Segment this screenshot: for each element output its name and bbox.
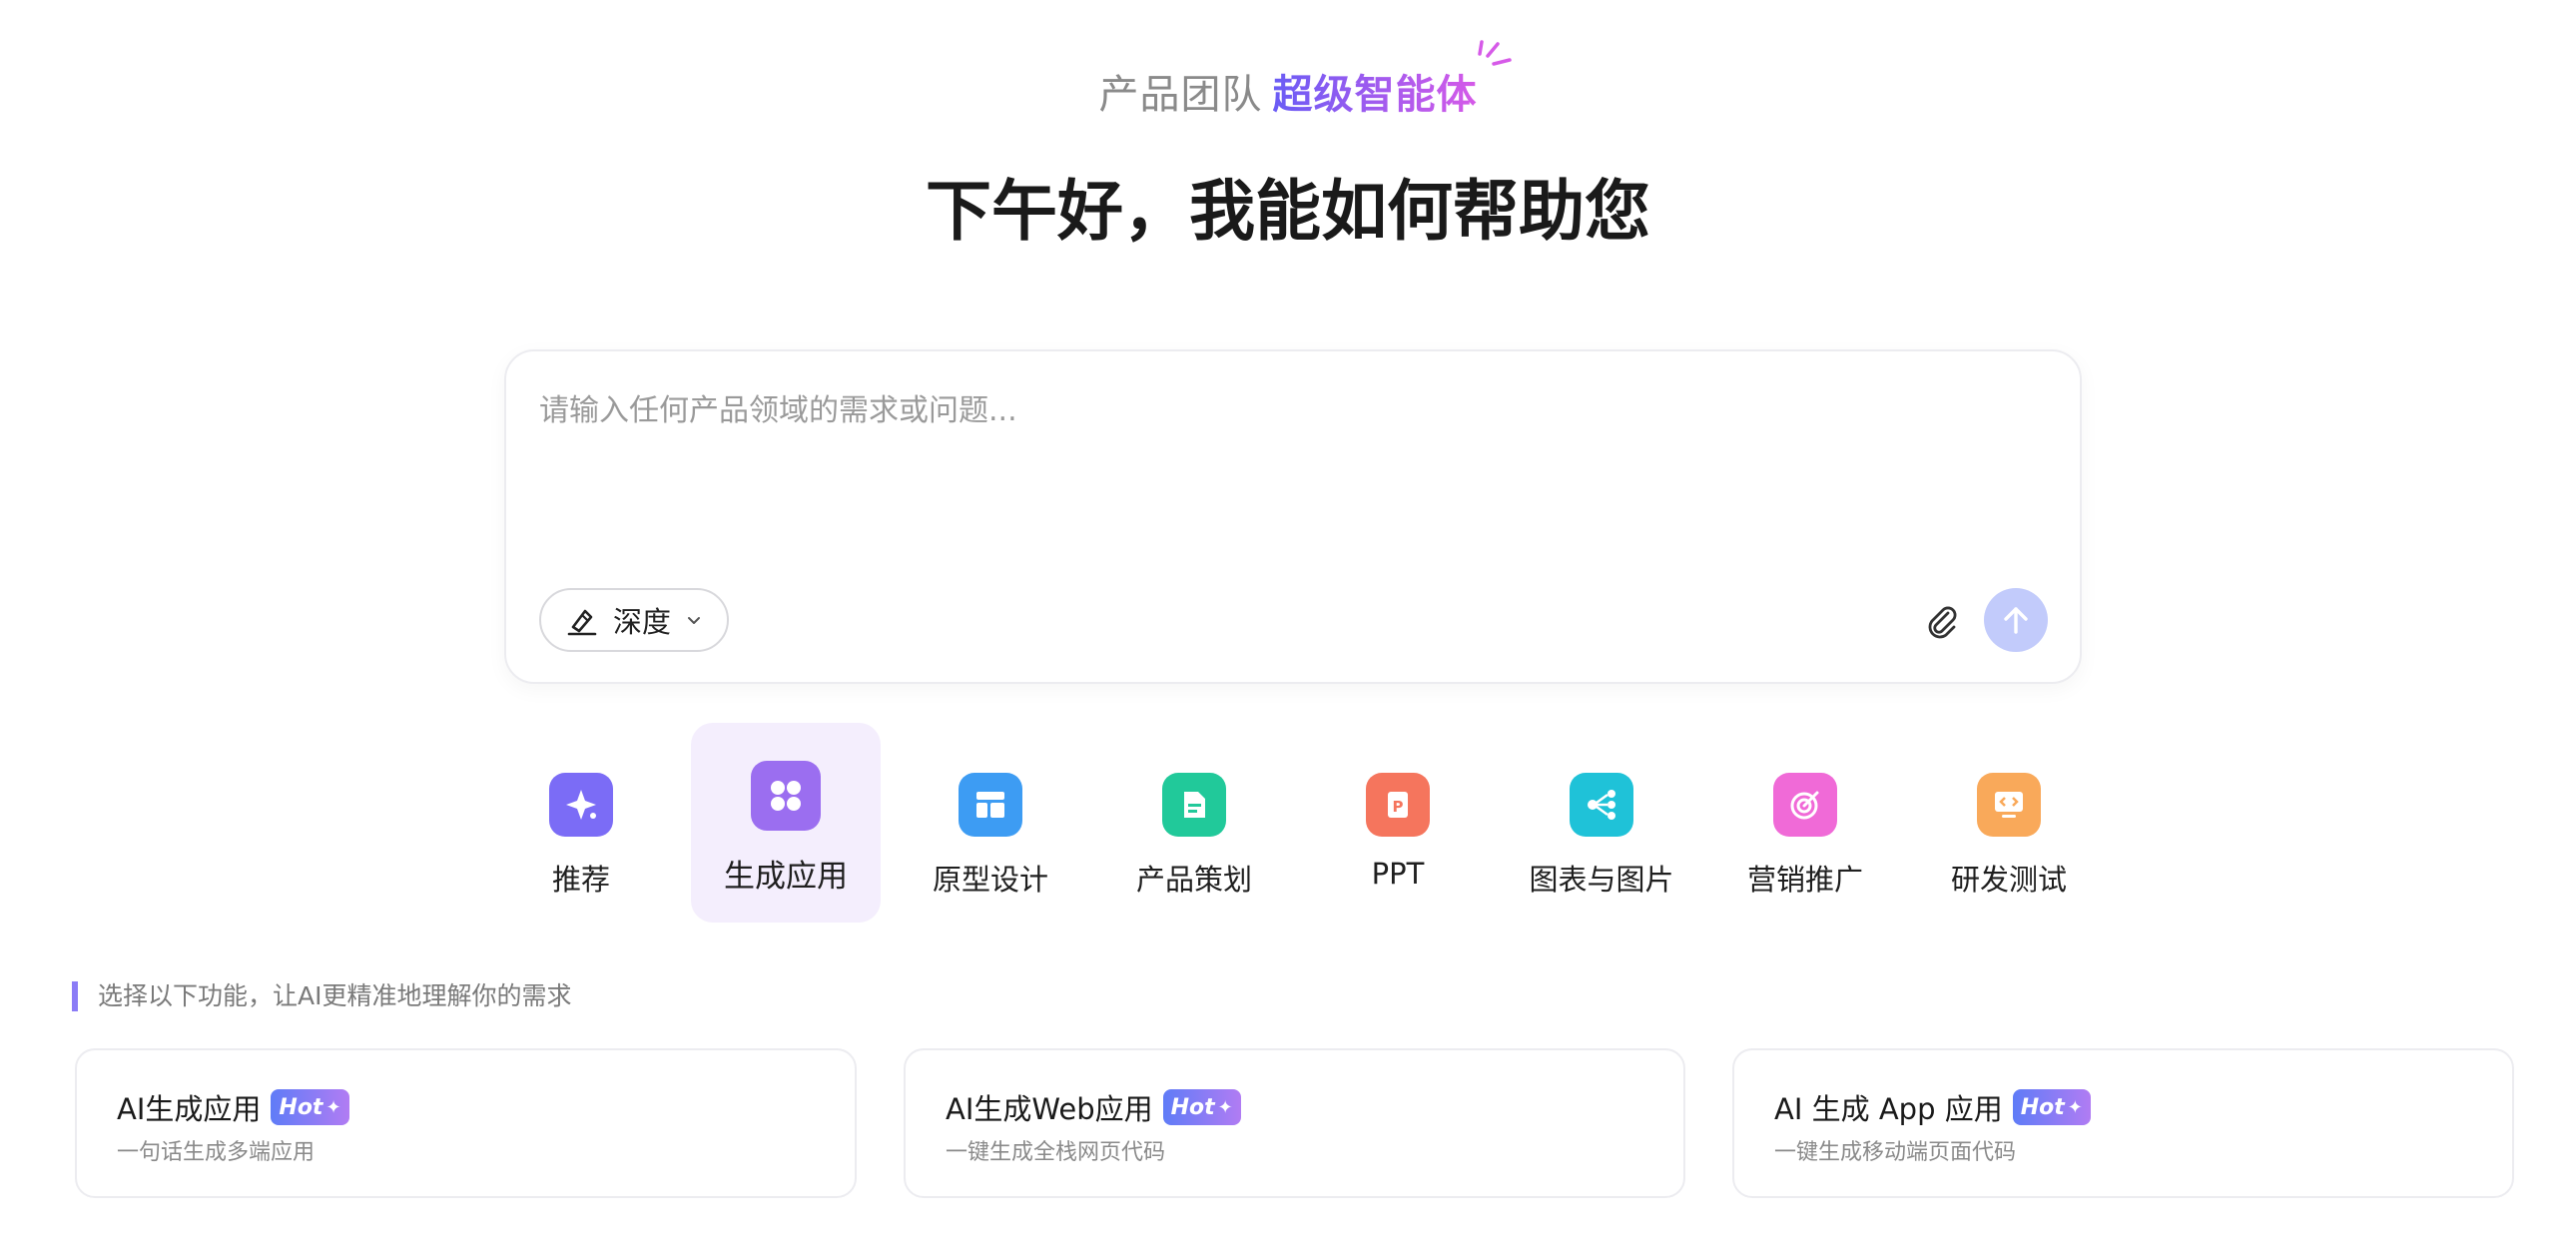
deep-think-icon (567, 609, 597, 636)
feature-card-ai-app[interactable]: AI生成应用 Hot ✦ 一句话生成多端应用 (75, 1048, 857, 1198)
card-description: 一键生成全栈网页代码 (946, 1140, 1166, 1165)
category-label: 推荐 (551, 863, 610, 897)
mode-select-button[interactable]: 深度 (539, 588, 729, 652)
card-title: AI生成应用 (117, 1092, 262, 1126)
brand-title: 产品团队 超级智能体 (0, 62, 2576, 120)
target-icon (1773, 773, 1837, 837)
hot-badge: Hot ✦ (2012, 1089, 2091, 1125)
card-description: 一键生成移动端页面代码 (1774, 1140, 2017, 1165)
apps-grid-icon (751, 761, 821, 831)
category-label: 产品策划 (1135, 863, 1252, 897)
sparkle-icon: ✦ (1217, 1096, 1233, 1118)
card-description: 一句话生成多端应用 (117, 1140, 316, 1165)
category-label: 原型设计 (932, 863, 1048, 897)
category-label: 营销推广 (1746, 863, 1863, 897)
sparkle-icon: ✦ (325, 1096, 341, 1118)
category-bar: 推荐 生成应用 原型设计 产品策划 P PPT 图表与图片 营销推广 研发测试 (486, 723, 2084, 923)
category-generate-app[interactable]: 生成应用 (691, 723, 881, 923)
hot-badge: Hot ✦ (1162, 1089, 1241, 1125)
category-recommend[interactable]: 推荐 (486, 723, 676, 923)
category-label: 生成应用 (724, 859, 848, 895)
category-label: PPT (1371, 857, 1425, 891)
category-ppt[interactable]: P PPT (1303, 723, 1493, 923)
category-prototype[interactable]: 原型设计 (896, 723, 1085, 923)
category-marketing[interactable]: 营销推广 (1710, 723, 1900, 923)
prompt-composer: 深度 (504, 349, 2082, 684)
category-product-planning[interactable]: 产品策划 (1099, 723, 1289, 923)
category-charts-images[interactable]: 图表与图片 (1507, 723, 1696, 923)
arrow-up-icon (2004, 607, 2028, 634)
paperclip-icon[interactable] (1922, 601, 1962, 641)
category-label: 研发测试 (1950, 863, 2067, 897)
ppt-icon: P (1366, 773, 1430, 837)
mode-label: 深度 (613, 605, 672, 639)
prompt-input[interactable] (539, 385, 2037, 545)
document-icon (1162, 773, 1226, 837)
feature-card-ai-mobile-app[interactable]: AI 生成 App 应用 Hot ✦ 一键生成移动端页面代码 (1732, 1048, 2514, 1198)
layout-icon (959, 773, 1022, 837)
sparkle-decoration-icon (1478, 40, 1512, 66)
agent-label: 超级智能体 (1272, 72, 1478, 118)
chevron-down-icon (688, 617, 701, 624)
category-dev-test[interactable]: 研发测试 (1914, 723, 2104, 923)
card-title: AI生成Web应用 (946, 1092, 1153, 1126)
svg-text:P: P (1393, 798, 1404, 816)
card-title: AI 生成 App 应用 (1774, 1092, 2003, 1126)
sparkle-icon: ✦ (2067, 1096, 2083, 1118)
category-label: 图表与图片 (1529, 863, 1674, 897)
diagram-icon (1570, 773, 1633, 837)
team-label: 产品团队 (1098, 72, 1263, 118)
sparkle-icon (549, 773, 613, 837)
feature-card-ai-web-app[interactable]: AI生成Web应用 Hot ✦ 一键生成全栈网页代码 (904, 1048, 1685, 1198)
hot-badge: Hot ✦ (271, 1089, 349, 1125)
code-icon (1977, 773, 2041, 837)
send-button[interactable] (1984, 588, 2048, 652)
greeting-heading: 下午好，我能如何帮助您 (926, 173, 1650, 250)
feature-hint: 选择以下功能，让AI更精准地理解你的需求 (72, 981, 571, 1011)
